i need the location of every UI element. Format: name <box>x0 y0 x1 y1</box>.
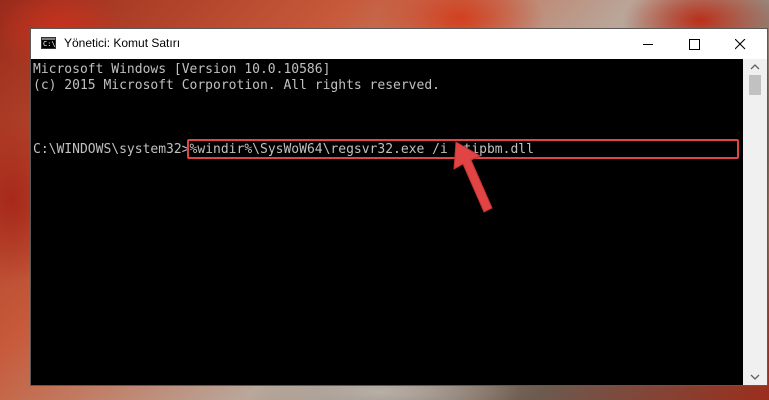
close-icon <box>735 39 746 50</box>
chevron-down-icon <box>750 374 760 380</box>
window-title: Yönetici: Komut Satırı <box>64 36 181 50</box>
chevron-up-icon <box>750 64 760 70</box>
minimize-button[interactable] <box>625 29 671 59</box>
title-bar[interactable]: C:\ Yönetici: Komut Satırı <box>31 29 767 59</box>
pointer-arrow-icon <box>453 141 493 213</box>
console-line: Microsoft Windows [Version 10.0.10586] <box>33 62 331 77</box>
console-line: (c) 2015 Microsoft Corporotion. All righ… <box>33 78 440 93</box>
command-prompt-window: C:\ Yönetici: Komut Satırı Microsoft Win… <box>30 28 768 386</box>
console-prompt: C:\WINDOWS\system32> <box>33 142 190 157</box>
scrollbar-thumb[interactable] <box>749 75 761 95</box>
console-output[interactable]: Microsoft Windows [Version 10.0.10586] (… <box>31 59 743 385</box>
maximize-button[interactable] <box>671 29 717 59</box>
vertical-scrollbar[interactable] <box>743 59 767 385</box>
close-button[interactable] <box>717 29 763 59</box>
scroll-down-button[interactable] <box>743 369 767 385</box>
cmd-icon[interactable]: C:\ <box>41 37 56 49</box>
maximize-icon <box>689 39 700 50</box>
minimize-icon <box>643 44 653 45</box>
scroll-up-button[interactable] <box>743 59 767 75</box>
